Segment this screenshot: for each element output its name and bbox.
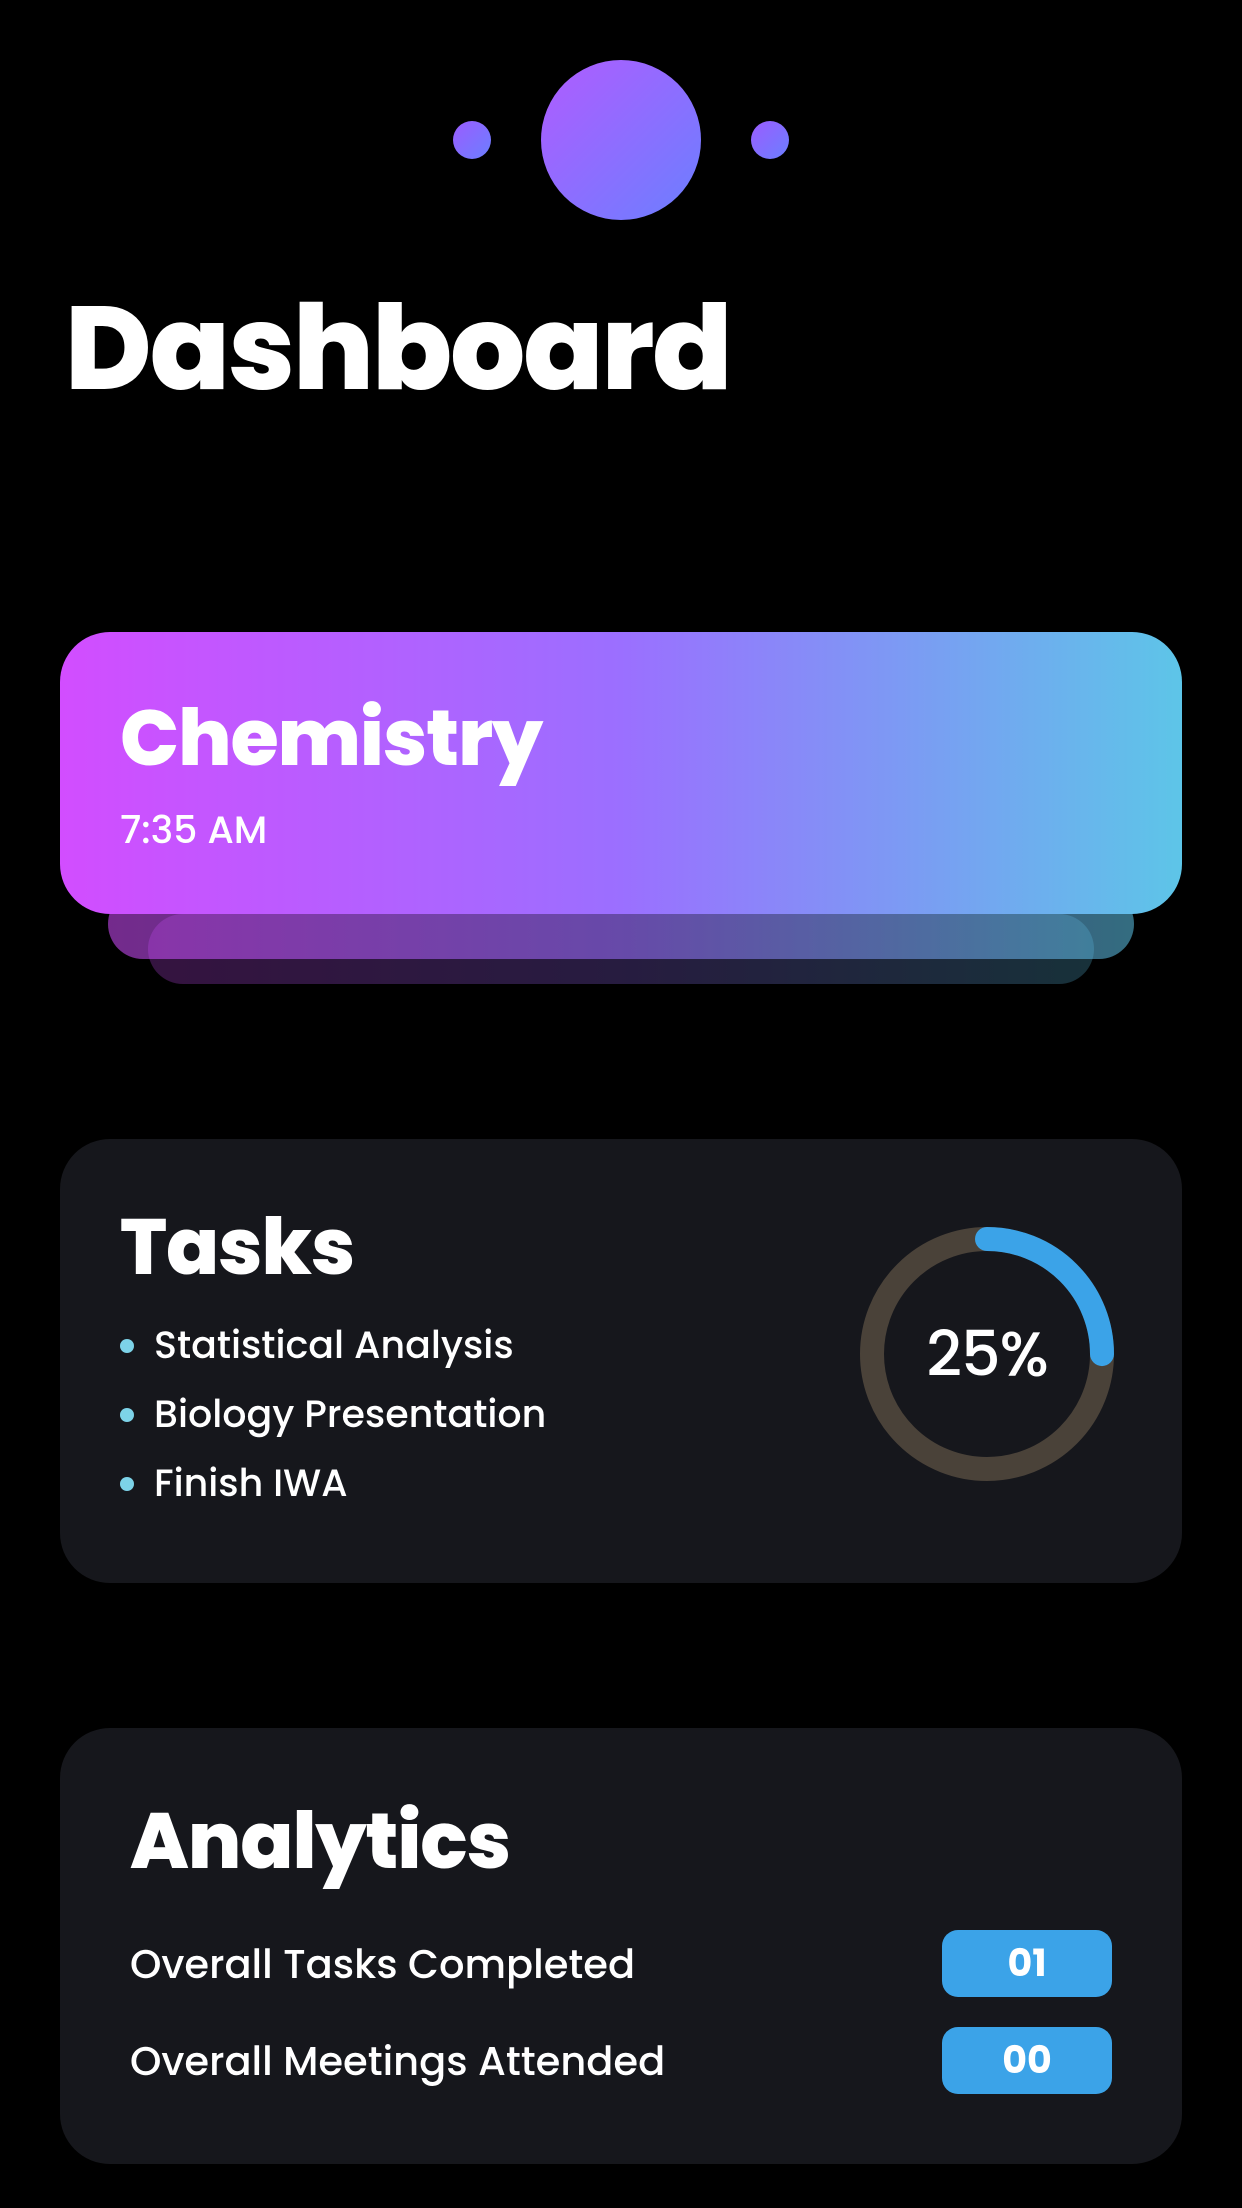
analytics-card[interactable]: Analytics Overall Tasks Completed 01 Ove… (60, 1728, 1182, 2164)
analytics-row: Overall Tasks Completed 01 (130, 1930, 1112, 1997)
page-dot-icon (751, 121, 789, 159)
analytics-value-badge: 00 (942, 2027, 1112, 2094)
tasks-title: Tasks (120, 1189, 852, 1306)
analytics-row: Overall Meetings Attended 00 (130, 2027, 1112, 2094)
task-list: Statistical Analysis Biology Presentatio… (120, 1311, 852, 1518)
page-dot-active-icon (541, 60, 701, 220)
progress-ring-icon: 25% (852, 1219, 1122, 1489)
progress-percent-label: 25% (926, 1307, 1048, 1400)
tasks-card[interactable]: Tasks Statistical Analysis Biology Prese… (60, 1139, 1182, 1583)
page-title: Dashboard (0, 260, 1242, 437)
task-item: Statistical Analysis (120, 1311, 852, 1380)
analytics-label: Overall Tasks Completed (130, 1934, 635, 1994)
analytics-label: Overall Meetings Attended (130, 2031, 665, 2091)
page-dot-icon (453, 121, 491, 159)
schedule-time: 7:35 AM (120, 802, 1122, 859)
task-item: Finish IWA (120, 1449, 852, 1518)
analytics-value-badge: 01 (942, 1930, 1112, 1997)
schedule-card[interactable]: Chemistry 7:35 AM (60, 632, 1182, 914)
task-item: Biology Presentation (120, 1380, 852, 1449)
analytics-title: Analytics (130, 1783, 1112, 1900)
schedule-subject: Chemistry (120, 680, 1122, 797)
page-indicator[interactable] (0, 0, 1242, 260)
